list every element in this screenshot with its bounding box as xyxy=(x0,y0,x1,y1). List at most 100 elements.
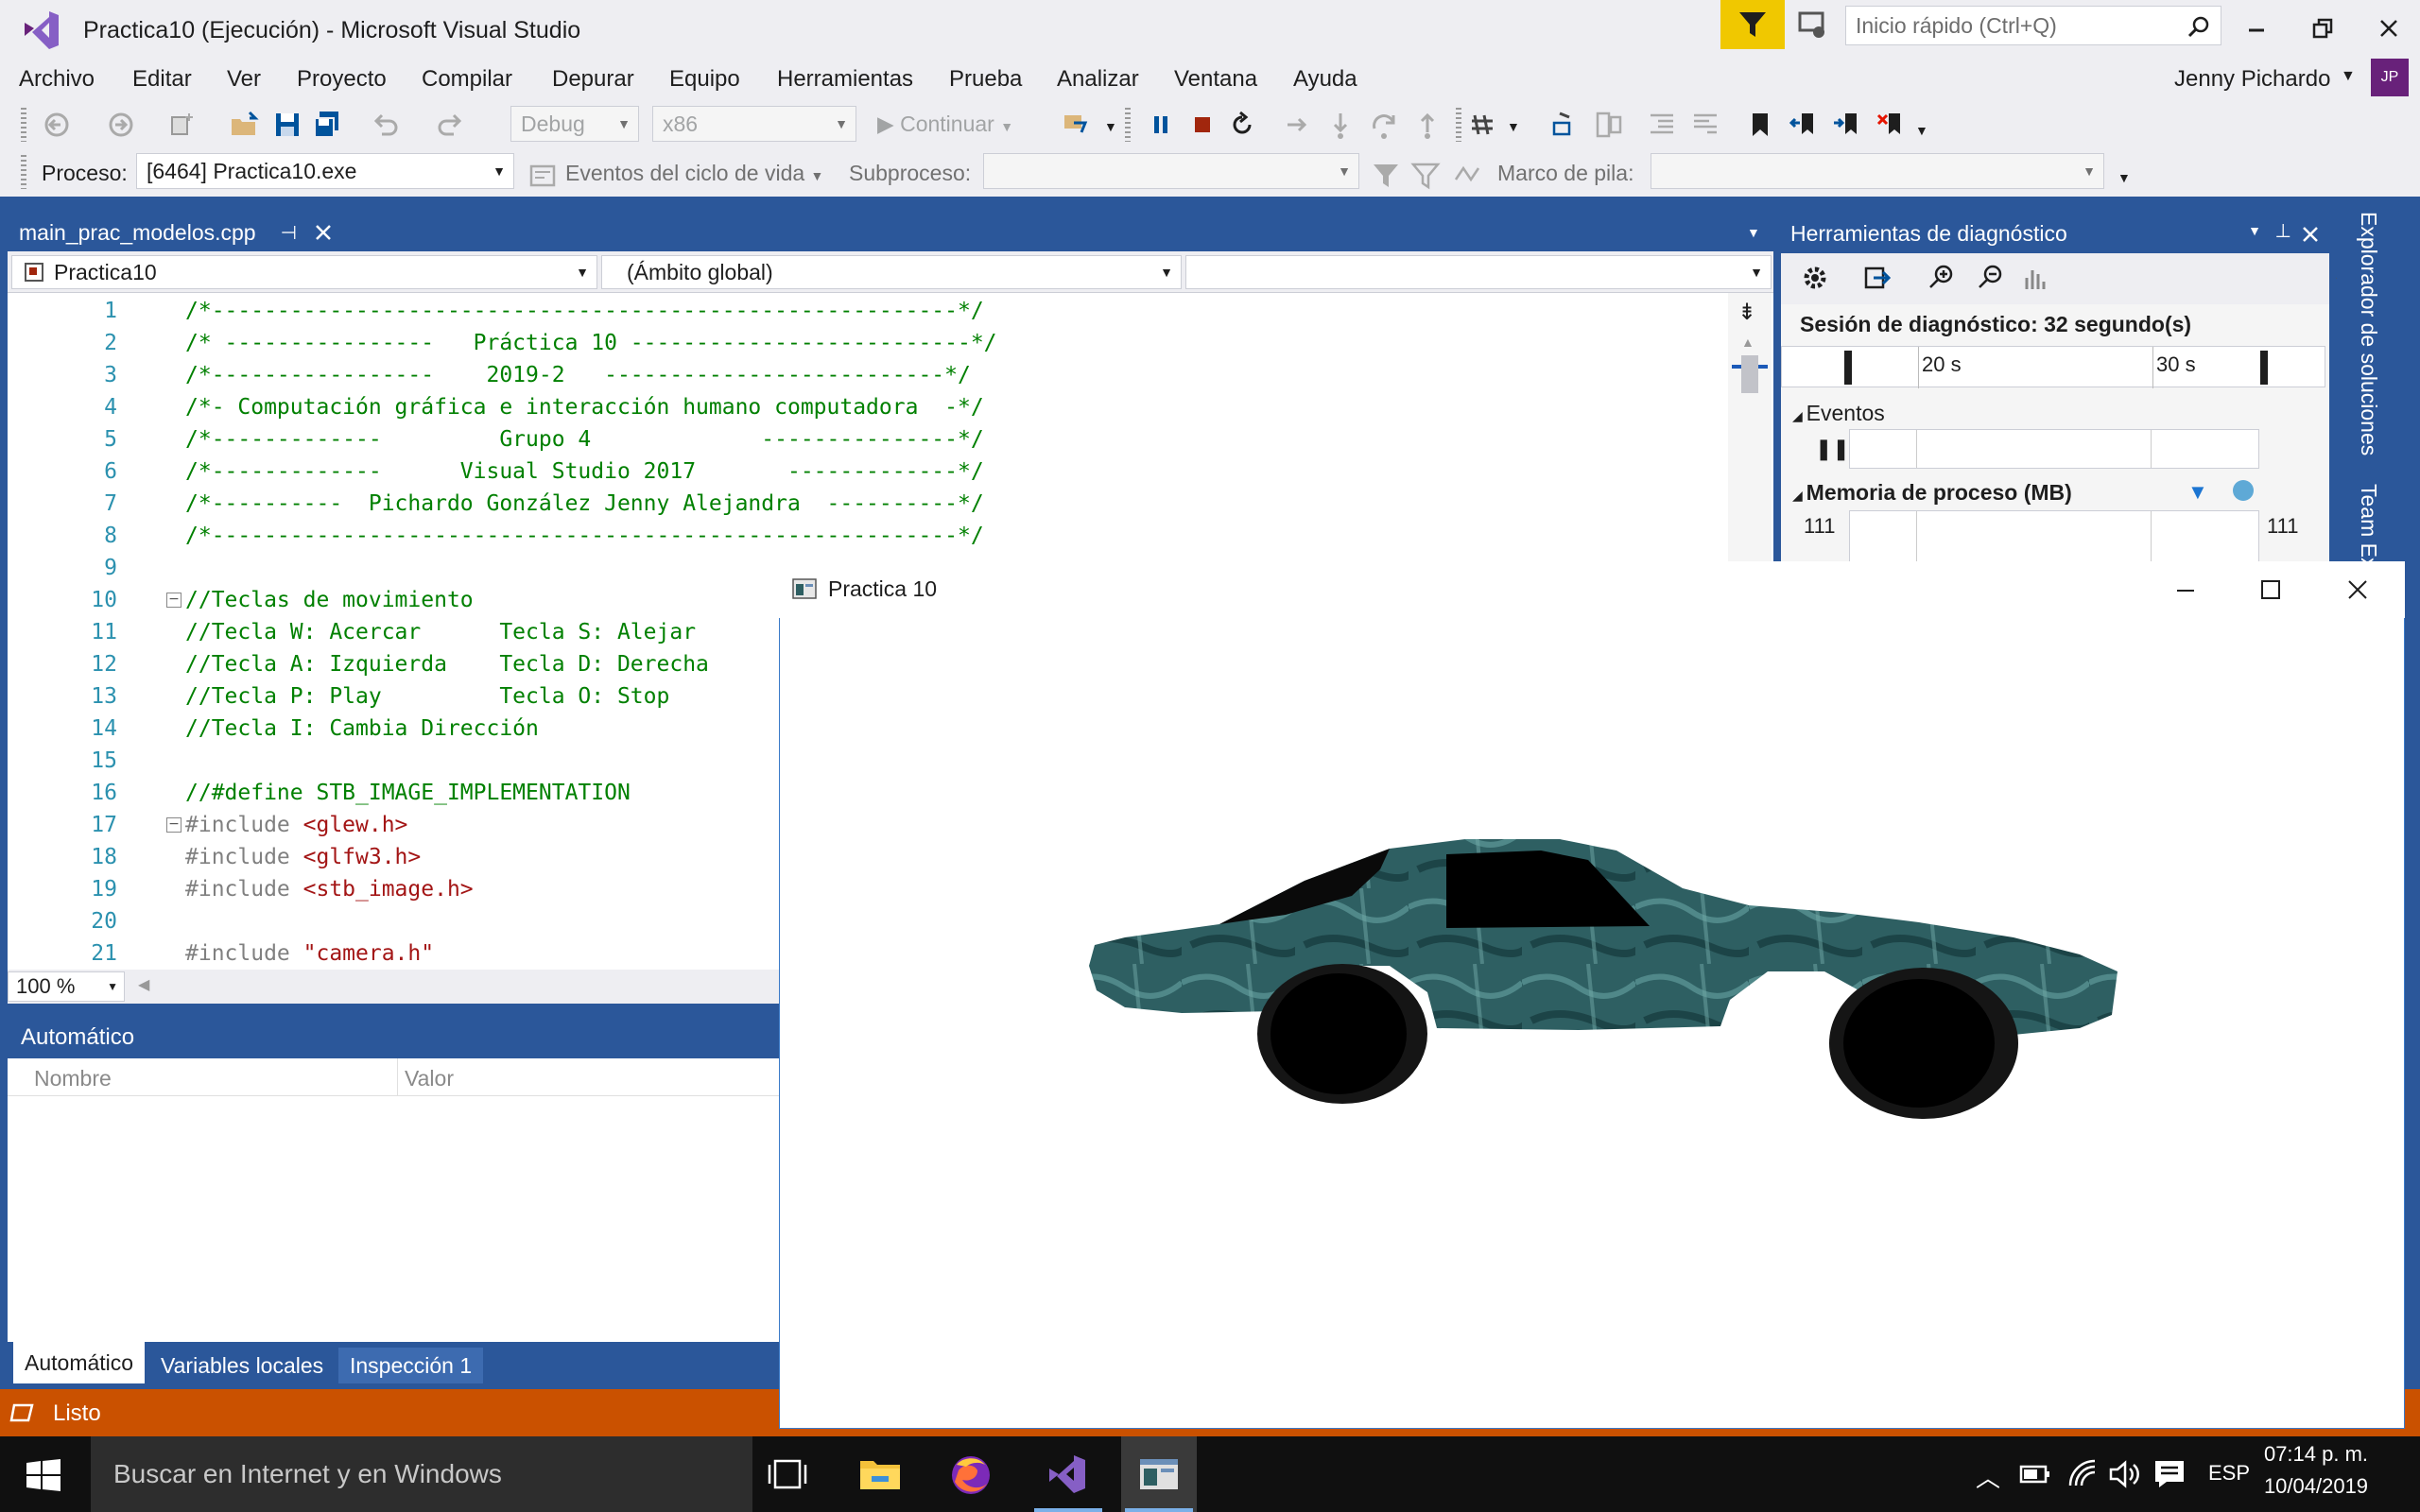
undo-icon[interactable] xyxy=(371,110,401,140)
pin-icon[interactable]: ⊥ xyxy=(2275,219,2291,243)
user-name[interactable]: Jenny Pichardo xyxy=(2174,66,2330,93)
back-icon[interactable] xyxy=(42,110,72,140)
toggle-flags-icon[interactable] xyxy=(1452,161,1482,191)
previous-bookmark-icon[interactable] xyxy=(1789,110,1819,140)
select-tools-icon[interactable] xyxy=(1862,263,1893,293)
timeline-start-handle[interactable] xyxy=(1844,351,1852,385)
scroll-up-icon[interactable]: ▲ xyxy=(1741,335,1754,350)
toolbar-overflow-icon[interactable]: ▼ xyxy=(1915,123,1928,138)
windows-start-icon[interactable] xyxy=(26,1459,60,1491)
tab-variables-locales[interactable]: Variables locales xyxy=(149,1348,335,1383)
visual-studio-taskbar-button[interactable] xyxy=(1030,1436,1106,1512)
taskbar-search-box[interactable]: Buscar en Internet y en Windows xyxy=(91,1436,752,1512)
toolbar-grip[interactable] xyxy=(1125,108,1131,142)
notification-filter-button[interactable] xyxy=(1720,0,1785,49)
step-over-icon[interactable] xyxy=(1369,110,1399,140)
menu-proyecto[interactable]: Proyecto xyxy=(297,66,387,93)
language-indicator[interactable]: ESP xyxy=(2208,1461,2250,1486)
toolbar-overflow-icon[interactable]: ▼ xyxy=(2118,170,2131,185)
open-file-icon[interactable] xyxy=(229,110,259,140)
collapse-outline-icon[interactable]: − xyxy=(166,817,182,833)
next-bookmark-icon[interactable] xyxy=(1832,110,1862,140)
practica-10-minimize-button[interactable] xyxy=(2161,573,2210,607)
task-view-icon[interactable] xyxy=(768,1457,807,1491)
file-explorer-icon[interactable] xyxy=(858,1455,902,1493)
reset-view-chart-icon[interactable] xyxy=(2021,263,2051,293)
menu-ventana[interactable]: Ventana xyxy=(1174,66,1257,93)
menu-compilar[interactable]: Compilar xyxy=(422,66,512,93)
user-menu-caret-icon[interactable]: ▼ xyxy=(2341,68,2356,85)
practica-10-taskbar-button[interactable] xyxy=(1121,1436,1197,1512)
process-select[interactable]: [6464] Practica10.exe ▼ xyxy=(136,153,514,189)
split-icon[interactable]: ⇟ xyxy=(1737,299,1756,326)
timeline-ruler[interactable]: 20 s 30 s xyxy=(1781,346,2325,388)
tab-list-chevron-icon[interactable]: ▼ xyxy=(1747,225,1760,240)
events-track[interactable] xyxy=(1849,429,2259,469)
feedback-icon[interactable] xyxy=(1796,9,1830,42)
menu-ver[interactable]: Ver xyxy=(227,66,261,93)
settings-gear-icon[interactable] xyxy=(1800,263,1830,293)
menu-archivo[interactable]: Archivo xyxy=(19,66,95,93)
minimize-button[interactable] xyxy=(2233,9,2280,47)
column-header-name[interactable]: Nombre xyxy=(34,1066,112,1091)
toolbar-grip[interactable] xyxy=(21,155,26,189)
zoom-select[interactable]: 100 % ▼ xyxy=(8,971,125,1002)
chevron-up-icon[interactable]: ︿ xyxy=(1976,1459,2000,1494)
column-divider[interactable] xyxy=(397,1058,398,1096)
stop-debugging-icon[interactable] xyxy=(1187,110,1218,140)
avatar[interactable]: JP xyxy=(2371,59,2409,96)
close-button[interactable] xyxy=(2365,9,2412,47)
close-icon[interactable] xyxy=(2301,225,2320,244)
menu-equipo[interactable]: Equipo xyxy=(669,66,740,93)
battery-icon[interactable] xyxy=(2019,1463,2051,1486)
quick-launch-input[interactable]: Inicio rápido (Ctrl+Q) xyxy=(1845,6,2221,45)
menu-editar[interactable]: Editar xyxy=(132,66,192,93)
toolbar-grip[interactable] xyxy=(1456,108,1461,142)
indent-icon[interactable] xyxy=(1647,110,1677,140)
close-icon[interactable] xyxy=(314,223,333,242)
continue-button[interactable]: ▶ Continuar ▼ xyxy=(877,112,1013,137)
practica-10-close-button[interactable] xyxy=(2333,573,2382,607)
action-center-icon[interactable] xyxy=(2153,1459,2186,1489)
step-into-specific-icon[interactable] xyxy=(1550,110,1581,140)
events-section[interactable]: ◢ Eventos xyxy=(1792,401,1885,426)
restore-button[interactable] xyxy=(2299,9,2346,47)
clear-bookmarks-icon[interactable] xyxy=(1876,110,1906,140)
project-select[interactable]: Practica10 ▼ xyxy=(11,255,597,289)
scope-select[interactable]: (Ámbito global) ▼ xyxy=(601,255,1182,289)
save-icon[interactable] xyxy=(272,110,302,140)
comment-out-icon[interactable] xyxy=(1690,110,1720,140)
member-select[interactable]: ▼ xyxy=(1185,255,1772,289)
timeline-end-handle[interactable] xyxy=(2260,351,2268,385)
pause-icon[interactable]: ❚❚ xyxy=(1815,437,1850,461)
memory-chart[interactable] xyxy=(1849,510,2259,564)
forward-icon[interactable] xyxy=(106,110,136,140)
platform-select[interactable]: x86 ▼ xyxy=(652,106,856,142)
new-project-icon[interactable] xyxy=(166,110,197,140)
tab-solution-explorer[interactable]: Explorador de soluciones xyxy=(2356,212,2381,455)
practica-10-maximize-button[interactable] xyxy=(2246,573,2295,607)
break-all-icon[interactable] xyxy=(1146,110,1176,140)
column-header-value[interactable]: Valor xyxy=(405,1066,454,1091)
editor-tab[interactable]: main_prac_modelos.cpp ⊣ xyxy=(8,214,348,251)
zoom-in-icon[interactable] xyxy=(1927,263,1957,293)
firefox-icon[interactable] xyxy=(949,1453,993,1497)
menu-herramientas[interactable]: Herramientas xyxy=(777,66,913,93)
tab-inspeccion-1[interactable]: Inspección 1 xyxy=(338,1348,484,1383)
bookmark-icon[interactable] xyxy=(1745,110,1775,140)
process-selector-icon[interactable] xyxy=(1061,110,1091,140)
threads-icon[interactable] xyxy=(1594,110,1624,140)
flag-filter-icon[interactable] xyxy=(1410,161,1441,191)
process-memory-section[interactable]: ◢ Memoria de proceso (MB) xyxy=(1792,480,2072,506)
volume-icon[interactable] xyxy=(2108,1459,2140,1489)
menu-ayuda[interactable]: Ayuda xyxy=(1293,66,1357,93)
save-all-icon[interactable] xyxy=(312,110,342,140)
menu-analizar[interactable]: Analizar xyxy=(1057,66,1139,93)
zoom-out-icon[interactable] xyxy=(1976,263,2006,293)
toolbar-grip[interactable] xyxy=(21,108,26,142)
redo-icon[interactable] xyxy=(435,110,465,140)
chevron-down-icon[interactable]: ▼ xyxy=(2248,223,2261,238)
pin-icon[interactable]: ⊣ xyxy=(281,221,297,245)
restart-icon[interactable] xyxy=(1227,110,1257,140)
chevron-down-icon[interactable]: ▼ xyxy=(1104,119,1117,134)
